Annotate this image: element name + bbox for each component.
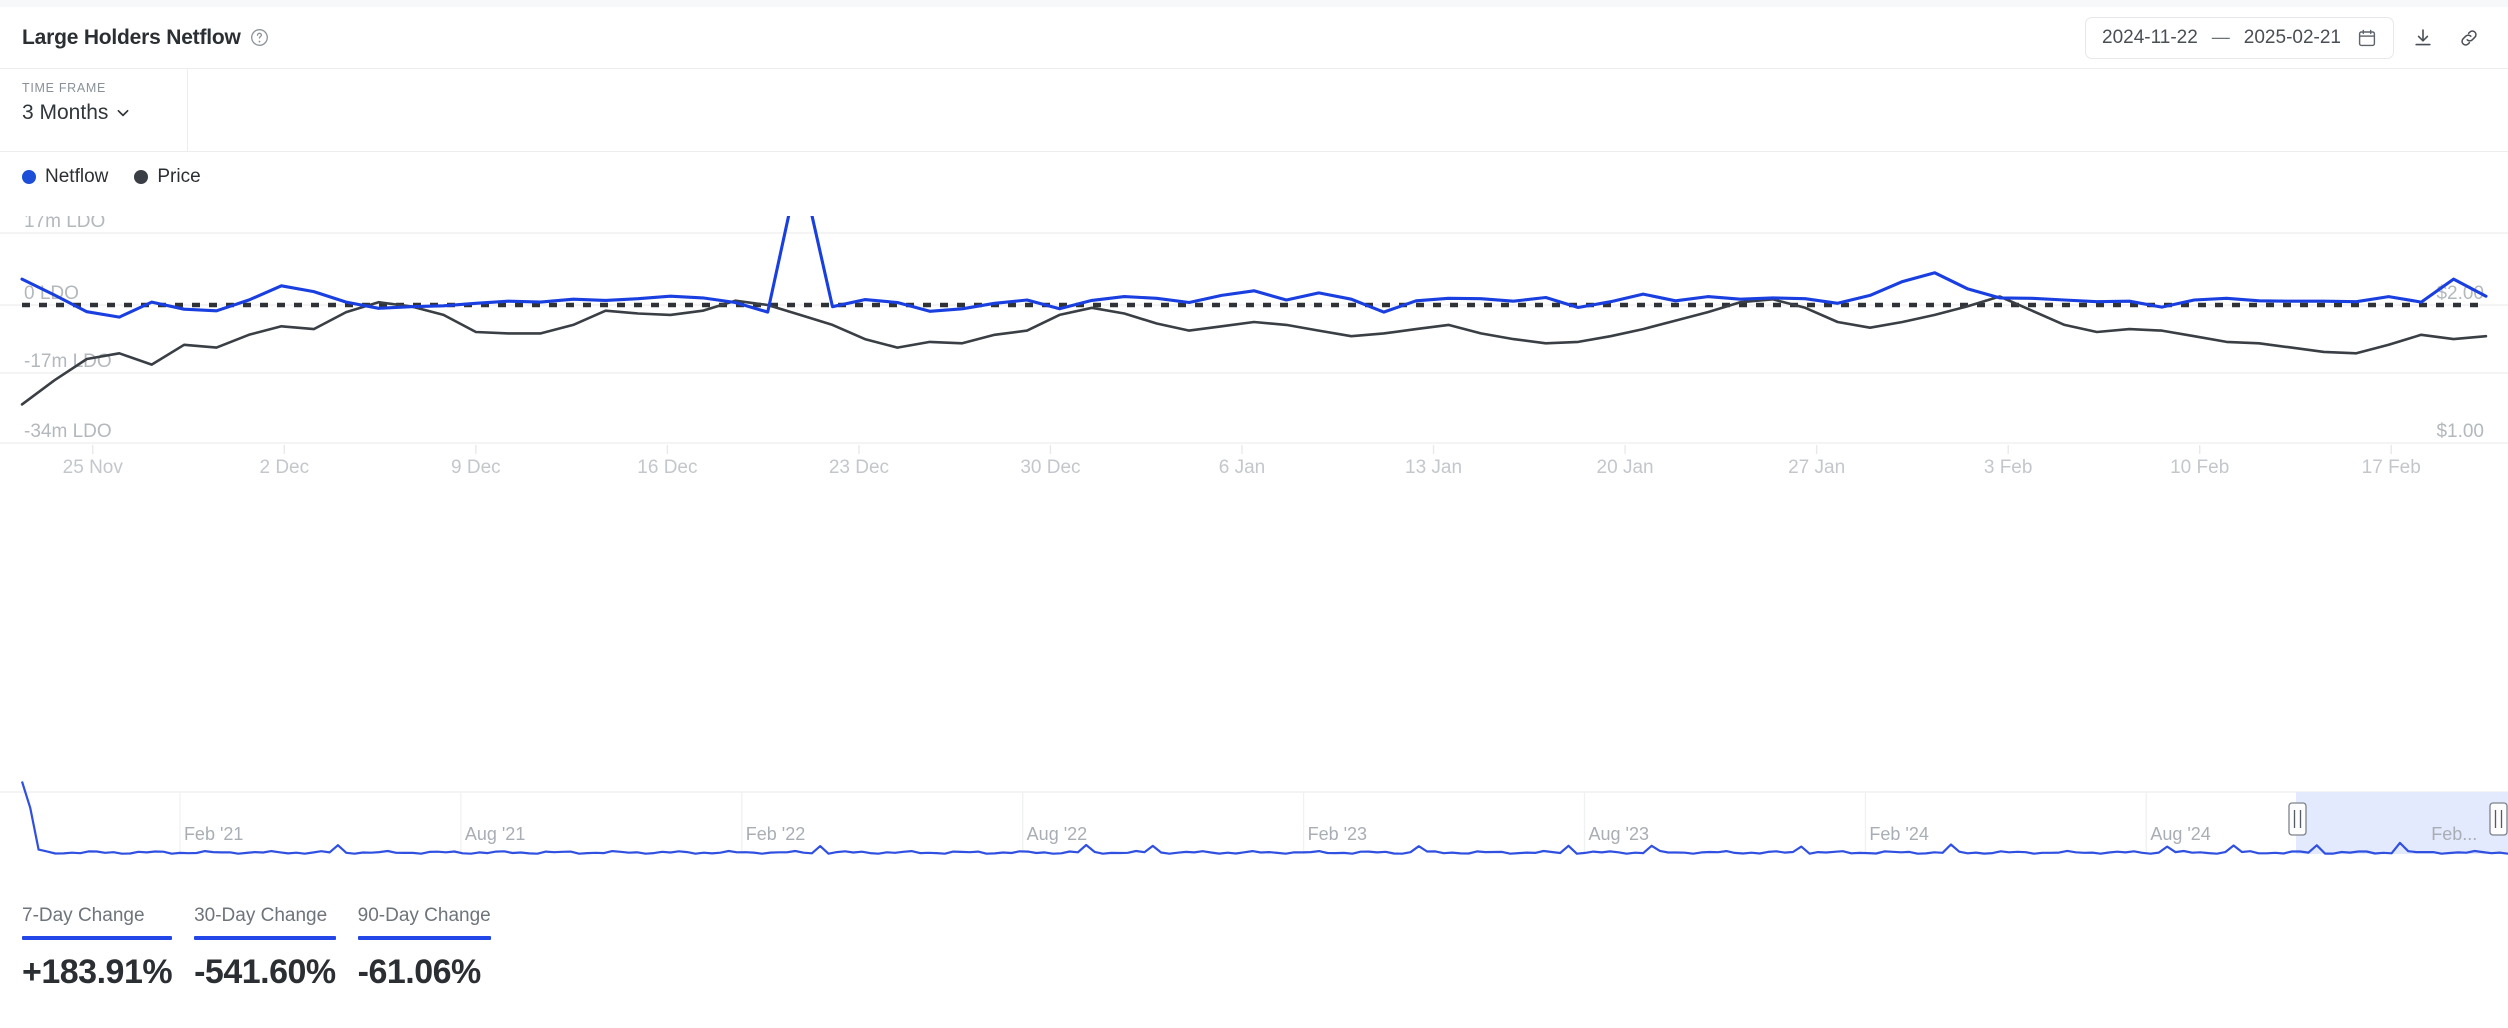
x-axis-tick-label: 9 Dec <box>451 457 501 478</box>
calendar-icon[interactable] <box>2357 28 2377 48</box>
navigator-tick-label: Aug '24 <box>2150 824 2211 844</box>
x-axis-tick-label: 6 Jan <box>1219 457 1265 478</box>
timeframe-value-dropdown[interactable]: 3 Months <box>22 101 167 125</box>
price-series-line <box>22 297 2486 405</box>
legend-item-netflow[interactable]: Netflow <box>22 166 108 188</box>
chart-legend: Netflow Price <box>22 166 201 188</box>
chart-plot-area[interactable]: 34m LDO17m LDO0 LDO-17m LDO-34m LDO $3.0… <box>0 216 2508 736</box>
date-range-picker[interactable]: 2024-11-22 — 2025-02-21 <box>2085 17 2394 59</box>
legend-label-netflow: Netflow <box>45 166 108 188</box>
chart-x-axis: 25 Nov 2 Dec 9 Dec 16 Dec 23 Dec 30 Dec 6 Jan 1… <box>63 445 2421 478</box>
legend-label-price: Price <box>157 166 200 188</box>
main-chart[interactable]: 34m LDO17m LDO0 LDO-17m LDO-34m LDO $3.0… <box>0 216 2508 736</box>
navigator-tick-label: Feb '22 <box>746 824 805 844</box>
stat-underline-90-day <box>358 936 491 940</box>
x-axis-tick-label: 25 Nov <box>63 457 124 478</box>
page-title: Large Holders Netflow <box>22 26 241 50</box>
change-stats: 7-Day Change +183.91% 30-Day Change -541… <box>22 905 513 992</box>
navigator-handle-right[interactable] <box>2490 803 2507 835</box>
stat-7-day[interactable]: 7-Day Change +183.91% <box>22 905 172 992</box>
timeframe-bar: TIME FRAME 3 Months <box>0 68 2508 152</box>
navigator-tick-label: Feb '24 <box>1869 824 1928 844</box>
stat-value-90-day: -61.06% <box>358 953 491 992</box>
navigator-tick-label: Feb '23 <box>1308 824 1367 844</box>
x-axis-tick-label: 3 Feb <box>1984 457 2033 478</box>
y2-axis-tick-label: $1.00 <box>2436 421 2484 442</box>
chart-y-axis-right: $3.00$2.00$1.00 <box>2436 216 2484 442</box>
chart-navigator[interactable]: Feb '21 Aug '21 Feb '22 Aug '22 Feb '23 Aug '… <box>0 778 2508 870</box>
navigator-tick-label: Feb '21 <box>184 824 243 844</box>
x-axis-tick-label: 17 Feb <box>2362 457 2421 478</box>
date-range-start: 2024-11-22 <box>2102 27 2198 49</box>
header-controls: 2024-11-22 — 2025-02-21 <box>2085 17 2486 59</box>
date-range-separator: — <box>2212 27 2230 48</box>
x-axis-tick-label: 30 Dec <box>1020 457 1080 478</box>
x-axis-tick-label: 2 Dec <box>259 457 309 478</box>
stat-value-30-day: -541.60% <box>194 953 336 992</box>
chevron-down-icon <box>115 105 131 121</box>
y-axis-tick-label: -34m LDO <box>24 421 112 442</box>
chart-header: Large Holders Netflow 2024-11-22 — 2025-… <box>0 7 2508 68</box>
stat-underline-7-day <box>22 936 172 940</box>
stat-30-day[interactable]: 30-Day Change -541.60% <box>194 905 336 992</box>
navigator-tick-label: Aug '21 <box>465 824 525 844</box>
stat-label-90-day: 90-Day Change <box>358 905 491 936</box>
x-axis-tick-label: 27 Jan <box>1788 457 1845 478</box>
legend-dot-price <box>134 170 148 184</box>
top-strip <box>0 0 2508 7</box>
navigator-tick-label: Aug '22 <box>1027 824 1088 844</box>
stat-label-30-day: 30-Day Change <box>194 905 336 936</box>
x-axis-tick-label: 23 Dec <box>829 457 889 478</box>
netflow-series-line <box>22 216 2486 317</box>
timeframe-selector[interactable]: TIME FRAME 3 Months <box>0 69 188 151</box>
chart-y-axis-left: 34m LDO17m LDO0 LDO-17m LDO-34m LDO <box>24 216 112 442</box>
download-button[interactable] <box>2406 21 2440 55</box>
timeframe-value: 3 Months <box>22 101 108 125</box>
x-axis-tick-label: 20 Jan <box>1597 457 1654 478</box>
copy-link-button[interactable] <box>2452 21 2486 55</box>
stat-90-day[interactable]: 90-Day Change -61.06% <box>358 905 491 992</box>
x-axis-tick-label: 16 Dec <box>637 457 697 478</box>
x-axis-tick-label: 13 Jan <box>1405 457 1462 478</box>
navigator-tick-label: Feb... <box>2431 824 2477 844</box>
question-circle-icon[interactable] <box>250 28 269 47</box>
chart-page: Large Holders Netflow 2024-11-22 — 2025-… <box>0 0 2508 1028</box>
stat-value-7-day: +183.91% <box>22 953 172 992</box>
legend-dot-netflow <box>22 170 36 184</box>
stat-label-7-day: 7-Day Change <box>22 905 172 936</box>
legend-item-price[interactable]: Price <box>134 166 200 188</box>
navigator-handle-left[interactable] <box>2289 803 2306 835</box>
x-axis-tick-label: 10 Feb <box>2170 457 2229 478</box>
stat-underline-30-day <box>194 936 336 940</box>
title-group: Large Holders Netflow <box>22 26 269 50</box>
timeframe-label: TIME FRAME <box>22 81 167 95</box>
navigator-tick-label: Aug '23 <box>1588 824 1649 844</box>
y-axis-tick-label: 17m LDO <box>24 216 105 232</box>
date-range-end: 2025-02-21 <box>2244 27 2341 49</box>
navigator-svg[interactable]: Feb '21 Aug '21 Feb '22 Aug '22 Feb '23 Aug '… <box>0 778 2508 870</box>
y-axis-tick-label: -17m LDO <box>24 351 112 372</box>
